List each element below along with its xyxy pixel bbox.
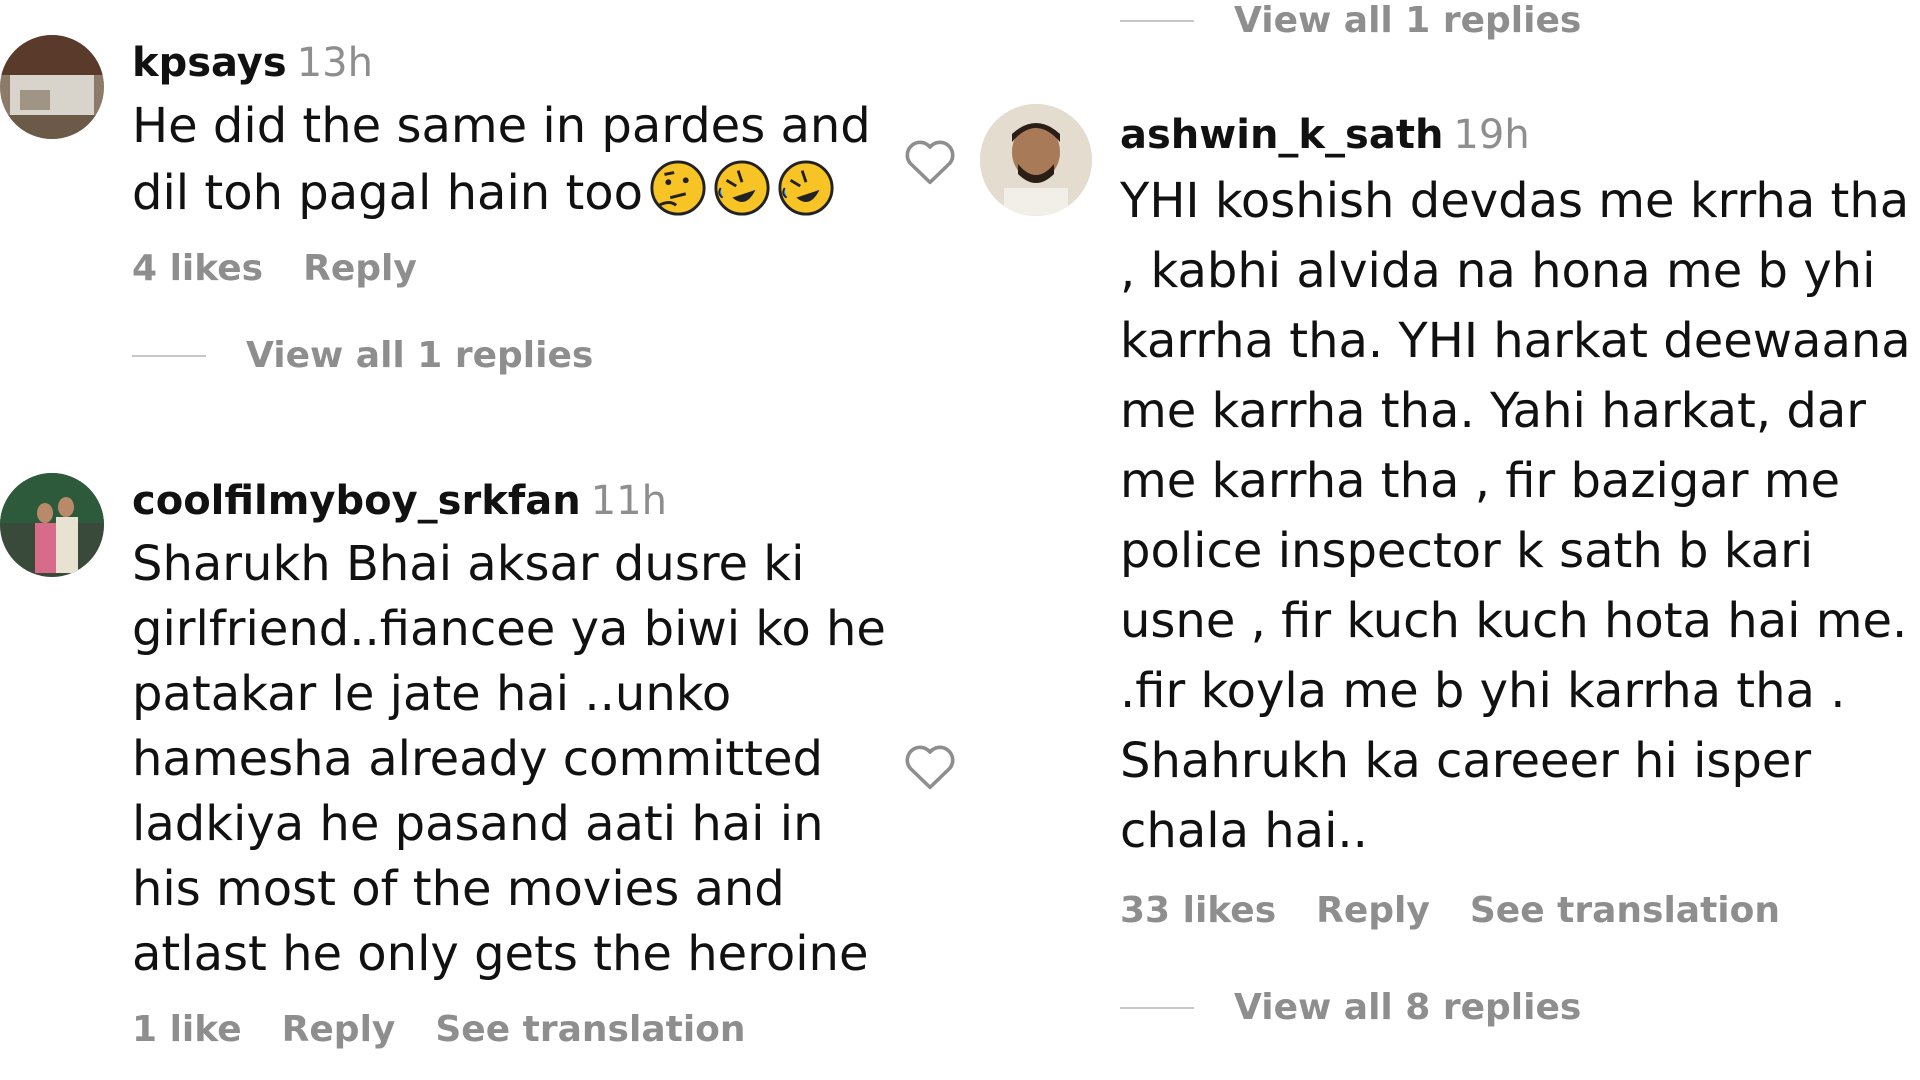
rolling-on-floor-laughing-icon	[778, 160, 834, 216]
reply-button[interactable]: Reply	[303, 248, 417, 289]
comment: kpsays 13h He did the same in pardes and …	[132, 40, 892, 376]
view-replies[interactable]: View all 1 replies	[132, 335, 892, 376]
rolling-on-floor-laughing-icon	[714, 160, 770, 216]
comment-header: kpsays 13h	[132, 40, 892, 86]
comment-actions: 33 likes Reply See translation	[1120, 890, 1920, 931]
avatar[interactable]	[0, 473, 104, 577]
timestamp: 19h	[1453, 112, 1530, 158]
comment-text: YHI koshish devdas me krrha tha , kabhi …	[1120, 173, 1911, 859]
comment-line: He did the same in pardes and	[132, 98, 871, 154]
view-replies[interactable]: View all 8 replies	[1120, 987, 1920, 1028]
timestamp: 13h	[296, 40, 373, 86]
view-replies-label[interactable]: View all 1 replies	[1234, 0, 1581, 41]
comment-text: Sharukh Bhai aksar dusre ki girlfriend..…	[132, 536, 886, 982]
view-replies-top[interactable]: View all 1 replies	[1120, 0, 1581, 41]
replies-divider	[132, 354, 206, 357]
comment-line: dil toh pagal hain too	[132, 165, 644, 221]
see-translation-button[interactable]: See translation	[435, 1009, 745, 1050]
comment: coolfilmyboy_srkfan 11h Sharukh Bhai aksa…	[132, 478, 892, 1050]
see-translation-button[interactable]: See translation	[1470, 890, 1780, 931]
username[interactable]: ashwin_k_sath	[1120, 112, 1443, 158]
heart-outline-icon[interactable]	[903, 136, 957, 186]
reply-button[interactable]: Reply	[1316, 890, 1430, 931]
replies-divider	[1120, 19, 1194, 22]
likes-count[interactable]: 4 likes	[132, 248, 263, 289]
comment-actions: 1 like Reply See translation	[132, 1009, 892, 1050]
view-replies-label[interactable]: View all 8 replies	[1234, 987, 1581, 1028]
likes-count[interactable]: 1 like	[132, 1009, 242, 1050]
username[interactable]: coolfilmyboy_srkfan	[132, 478, 581, 524]
comment-line-with-emoji: dil toh pagal hain too	[132, 159, 892, 226]
thinking-face-icon	[650, 160, 706, 216]
comment-header: coolfilmyboy_srkfan 11h	[132, 478, 892, 524]
reply-button[interactable]: Reply	[282, 1009, 396, 1050]
username[interactable]: kpsays	[132, 40, 287, 86]
comment-actions: 4 likes Reply	[132, 248, 892, 289]
view-replies-label[interactable]: View all 1 replies	[246, 335, 593, 376]
comment-header: ashwin_k_sath 19h	[1120, 112, 1920, 158]
comment: ashwin_k_sath 19h YHI koshish devdas me k…	[1120, 112, 1920, 1028]
timestamp: 11h	[590, 478, 667, 524]
comment-text: He did the same in pardes and dil toh pa…	[132, 94, 892, 226]
avatar[interactable]	[980, 104, 1092, 216]
heart-outline-icon[interactable]	[903, 741, 957, 791]
replies-divider	[1120, 1006, 1194, 1009]
likes-count[interactable]: 33 likes	[1120, 890, 1276, 931]
avatar[interactable]	[0, 35, 104, 139]
